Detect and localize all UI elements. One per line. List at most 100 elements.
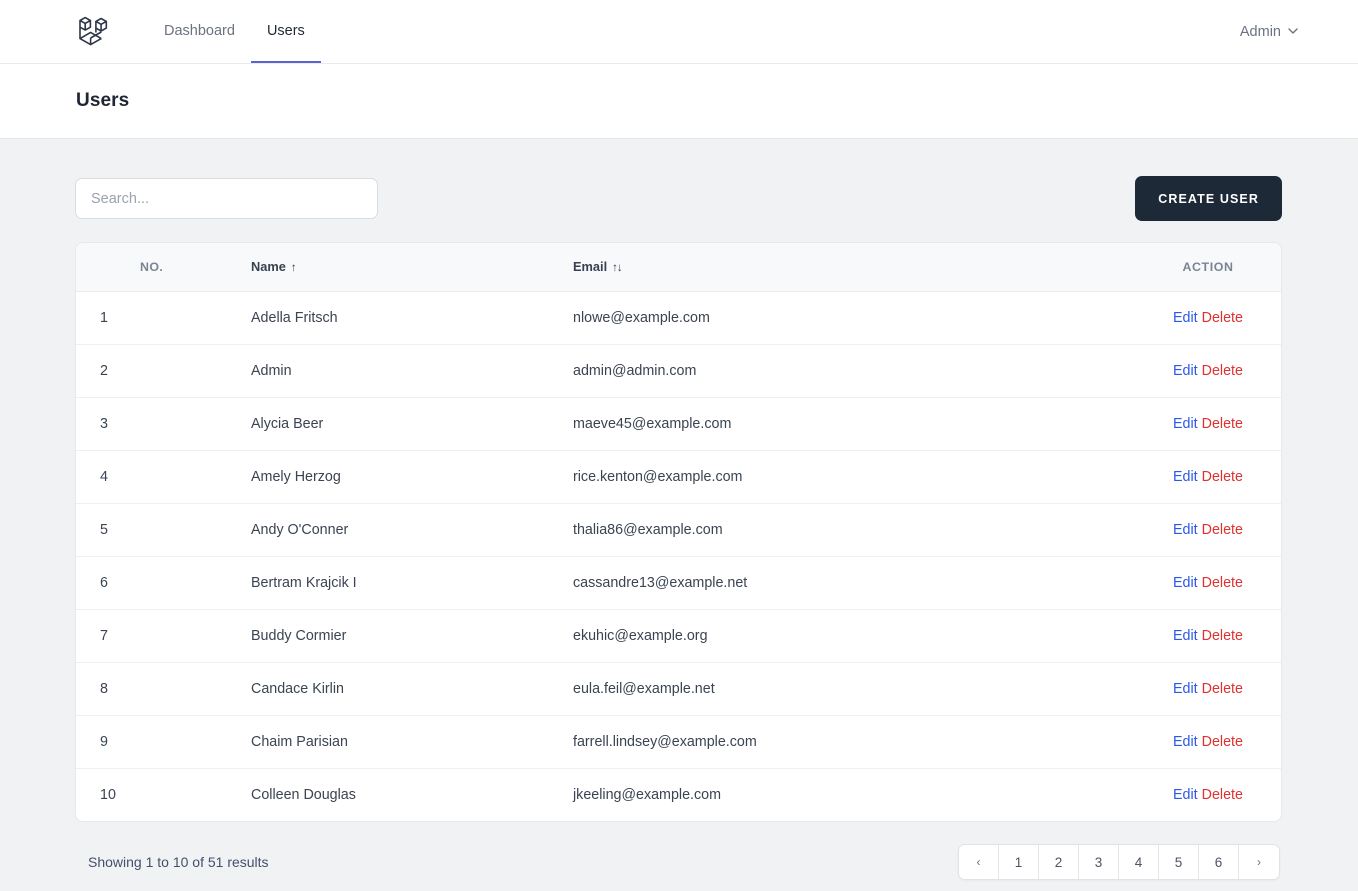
table-footer: Showing 1 to 10 of 51 results ‹ 1 2 3 4 5 6 › — [75, 822, 1282, 880]
page-header: Users — [0, 64, 1358, 139]
column-header-no: NO. — [76, 243, 251, 292]
cell-no: 9 — [100, 733, 108, 750]
cell-no: 1 — [100, 309, 108, 326]
search-input[interactable] — [75, 178, 378, 219]
edit-link[interactable]: Edit — [1173, 575, 1198, 591]
edit-link[interactable]: Edit — [1173, 310, 1198, 326]
table-row: 8 Candace Kirlin eula.feil@example.net Edit… — [76, 662, 1281, 715]
delete-link[interactable]: Delete — [1202, 310, 1243, 326]
cell-email: thalia86@example.com — [573, 521, 723, 538]
delete-link[interactable]: Delete — [1202, 522, 1243, 538]
page-button-5[interactable]: 5 — [1159, 845, 1199, 879]
page-button-4[interactable]: 4 — [1119, 845, 1159, 879]
edit-link[interactable]: Edit — [1173, 681, 1198, 697]
column-header-email[interactable]: Email ↑↓ — [573, 243, 1135, 292]
delete-link[interactable]: Delete — [1202, 628, 1243, 644]
primary-nav: Dashboard Users — [148, 0, 321, 63]
users-table-head: NO. Name ↑ Email ↑↓ ACTION — [76, 243, 1281, 292]
laravel-logo-icon[interactable] — [76, 0, 110, 63]
cell-no: 8 — [100, 680, 108, 697]
cell-action: Edit Delete — [1135, 556, 1281, 609]
cell-action: Edit Delete — [1135, 662, 1281, 715]
cell-email: jkeeling@example.com — [573, 786, 722, 803]
main-content: Create User NO. Name ↑ Email ↑↓ ACTION 1 Ad… — [0, 139, 1358, 880]
cell-no: 10 — [100, 786, 116, 803]
nav-link-users[interactable]: Users — [250, 0, 321, 63]
users-table-card: NO. Name ↑ Email ↑↓ ACTION 1 Adella Fritsch… — [75, 242, 1282, 822]
chevron-right-icon[interactable]: › — [1239, 845, 1279, 879]
pagination: ‹ 1 2 3 4 5 6 › — [958, 844, 1280, 880]
cell-email: rice.kenton@example.com — [573, 468, 743, 485]
table-row: 2 Admin admin@admin.com Edit Delete — [76, 344, 1281, 397]
cell-action: Edit Delete — [1135, 503, 1281, 556]
chevron-down-icon — [1288, 26, 1298, 36]
table-row: 4 Amely Herzog rice.kenton@example.com Edit… — [76, 450, 1281, 503]
cell-email: admin@admin.com — [573, 362, 697, 379]
cell-no: 7 — [100, 627, 108, 644]
chevron-left-icon[interactable]: ‹ — [959, 845, 999, 879]
user-menu-button[interactable]: Admin — [1240, 24, 1298, 40]
user-menu-label: Admin — [1239, 23, 1281, 40]
delete-link[interactable]: Delete — [1202, 787, 1243, 803]
cell-email: maeve45@example.com — [573, 415, 732, 432]
table-row: 5 Andy O'Conner thalia86@example.com Edit De… — [76, 503, 1281, 556]
table-row: 3 Alycia Beer maeve45@example.com Edit Delet… — [76, 397, 1281, 450]
delete-link[interactable]: Delete — [1202, 416, 1243, 432]
cell-name: Candace Kirlin — [251, 680, 344, 697]
create-user-button[interactable]: Create User — [1135, 176, 1282, 221]
results-summary: Showing 1 to 10 of 51 results — [88, 854, 269, 870]
sort-asc-icon: ↑ — [290, 262, 297, 275]
cell-no: 3 — [100, 415, 108, 432]
column-header-name[interactable]: Name ↑ — [251, 243, 573, 292]
cell-action: Edit Delete — [1135, 609, 1281, 662]
users-table: NO. Name ↑ Email ↑↓ ACTION 1 Adella Fritsch… — [76, 243, 1281, 821]
cell-email: nlowe@example.com — [573, 309, 710, 326]
delete-link[interactable]: Delete — [1202, 734, 1243, 750]
top-navbar: Dashboard Users Admin — [0, 0, 1358, 64]
cell-email: eula.feil@example.net — [573, 680, 715, 697]
table-row: 10 Colleen Douglas jkeeling@example.com Edi… — [76, 768, 1281, 821]
cell-action: Edit Delete — [1135, 450, 1281, 503]
table-row: 9 Chaim Parisian farrell.lindsey@example.c… — [76, 715, 1281, 768]
cell-action: Edit Delete — [1135, 344, 1281, 397]
cell-action: Edit Delete — [1135, 291, 1281, 344]
cell-name: Admin — [251, 362, 292, 379]
cell-name: Amely Herzog — [251, 468, 341, 485]
table-row: 1 Adella Fritsch nlowe@example.com Edit Dele… — [76, 291, 1281, 344]
cell-email: cassandre13@example.net — [573, 574, 748, 591]
table-toolbar: Create User — [75, 176, 1282, 221]
page-button-6[interactable]: 6 — [1199, 845, 1239, 879]
nav-link-dashboard[interactable]: Dashboard — [148, 0, 251, 63]
cell-no: 6 — [100, 574, 108, 591]
edit-link[interactable]: Edit — [1173, 734, 1198, 750]
edit-link[interactable]: Edit — [1173, 522, 1198, 538]
cell-email: ekuhic@example.org — [573, 627, 708, 644]
delete-link[interactable]: Delete — [1202, 575, 1243, 591]
edit-link[interactable]: Edit — [1173, 363, 1198, 379]
page-button-3[interactable]: 3 — [1079, 845, 1119, 879]
delete-link[interactable]: Delete — [1202, 681, 1243, 697]
edit-link[interactable]: Edit — [1173, 416, 1198, 432]
cell-no: 2 — [100, 362, 108, 379]
page-title: Users — [76, 90, 130, 111]
column-header-email-label: Email — [573, 259, 608, 275]
page-button-2[interactable]: 2 — [1039, 845, 1079, 879]
edit-link[interactable]: Edit — [1173, 787, 1198, 803]
cell-name: Andy O'Conner — [251, 521, 349, 538]
cell-name: Buddy Cormier — [251, 627, 347, 644]
delete-link[interactable]: Delete — [1202, 363, 1243, 379]
table-row: 6 Bertram Krajcik I cassandre13@example.ne… — [76, 556, 1281, 609]
cell-name: Alycia Beer — [251, 415, 324, 432]
delete-link[interactable]: Delete — [1202, 469, 1243, 485]
cell-name: Colleen Douglas — [251, 786, 356, 803]
users-table-body: 1 Adella Fritsch nlowe@example.com Edit Dele… — [76, 291, 1281, 821]
cell-action: Edit Delete — [1135, 768, 1281, 821]
page-button-1[interactable]: 1 — [999, 845, 1039, 879]
edit-link[interactable]: Edit — [1173, 469, 1198, 485]
cell-no: 5 — [100, 521, 108, 538]
cell-action: Edit Delete — [1135, 397, 1281, 450]
edit-link[interactable]: Edit — [1173, 628, 1198, 644]
table-row: 7 Buddy Cormier ekuhic@example.org Edit Dele… — [76, 609, 1281, 662]
cell-action: Edit Delete — [1135, 715, 1281, 768]
cell-name: Chaim Parisian — [251, 733, 348, 750]
